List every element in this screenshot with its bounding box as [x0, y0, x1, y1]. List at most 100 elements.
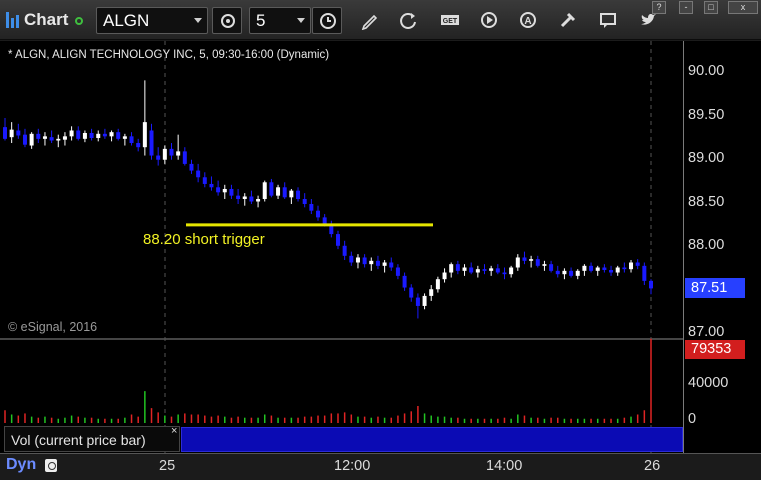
- candle-body: [222, 188, 227, 193]
- candle-body: [62, 136, 67, 140]
- chevron-down-icon[interactable]: [194, 18, 202, 23]
- candle-body: [489, 268, 494, 271]
- app-title: Chart: [6, 9, 84, 31]
- candle-body: [455, 264, 460, 271]
- play-icon[interactable]: [479, 10, 499, 30]
- link-status-icon[interactable]: [75, 17, 84, 25]
- candle-body: [82, 132, 87, 139]
- study-strip: [181, 427, 683, 452]
- candle-body: [29, 133, 34, 146]
- symbol-value: ALGN: [103, 11, 150, 30]
- candle-body: [615, 267, 620, 273]
- candle-body: [435, 279, 440, 290]
- candle-body: [249, 196, 254, 202]
- candle-body: [595, 267, 600, 271]
- refresh-icon[interactable]: [398, 10, 418, 30]
- candle-body: [142, 122, 147, 148]
- time-label: 25: [159, 458, 176, 474]
- get-icon[interactable]: GET: [440, 10, 460, 30]
- candle-body: [76, 130, 81, 139]
- candle-body: [22, 134, 27, 145]
- close-icon[interactable]: ×: [171, 425, 177, 437]
- trigger-annotation: 88.20 short trigger: [143, 231, 265, 248]
- settings-button[interactable]: [212, 7, 242, 34]
- symbol-input[interactable]: ALGN: [96, 7, 208, 34]
- candle-body: [36, 133, 41, 139]
- candle-body: [562, 270, 567, 275]
- time-label: 26: [644, 458, 661, 474]
- clock-icon: [320, 13, 336, 29]
- candle-body: [589, 265, 594, 271]
- chart-caption: * ALGN, ALIGN TECHNOLOGY INC, 5, 09:30-1…: [8, 49, 330, 61]
- volume-label: 0: [688, 411, 697, 427]
- candle-body: [282, 187, 287, 198]
- price-label: 88.50: [688, 194, 725, 210]
- candle-body: [149, 130, 154, 156]
- candle-body: [316, 210, 321, 218]
- candle-body: [276, 187, 281, 196]
- price-label: 87.00: [688, 324, 725, 340]
- candle-body: [102, 133, 107, 137]
- svg-text:GET: GET: [443, 18, 458, 25]
- maximize-button[interactable]: □: [704, 1, 718, 14]
- candle-body: [515, 257, 520, 268]
- candle-body: [375, 260, 380, 266]
- candle-body: [256, 198, 261, 202]
- candle-body: [422, 295, 427, 306]
- volume-label: 40000: [688, 375, 729, 391]
- candle-body: [529, 259, 534, 261]
- interval-input[interactable]: 5: [249, 7, 311, 34]
- candle-body: [136, 143, 141, 148]
- price-label: 90.00: [688, 63, 725, 79]
- close-button[interactable]: x: [728, 1, 758, 14]
- price-label: 88.00: [688, 237, 725, 253]
- candle-body: [269, 182, 274, 196]
- candle-body: [629, 262, 634, 270]
- candle-body: [389, 262, 394, 268]
- candle-body: [122, 136, 127, 139]
- last-price-badge: 87.51: [685, 278, 745, 298]
- volume-study-text: Vol (current price bar): [11, 432, 146, 448]
- candle-body: [189, 163, 194, 171]
- candle-body: [555, 270, 560, 275]
- interval-value: 5: [256, 11, 266, 30]
- comment-icon[interactable]: [598, 10, 618, 30]
- app-title-text: Chart: [24, 10, 69, 29]
- candle-body: [509, 267, 514, 275]
- alert-icon[interactable]: A: [518, 10, 538, 30]
- candle-body: [156, 155, 161, 160]
- candle-body: [9, 129, 14, 138]
- candle-body: [176, 151, 181, 156]
- candle-body: [89, 132, 94, 139]
- candle-body: [335, 234, 340, 246]
- time-button[interactable]: [312, 7, 342, 34]
- candle-body: [469, 267, 474, 273]
- help-button[interactable]: ?: [652, 1, 666, 14]
- candle-body: [382, 262, 387, 266]
- candle-body: [569, 270, 574, 276]
- candle-body: [575, 270, 580, 276]
- candle-body: [549, 264, 554, 271]
- price-label: 89.50: [688, 107, 725, 123]
- candle-body: [475, 269, 480, 273]
- price-label: 89.00: [688, 150, 725, 166]
- candle-body: [109, 132, 114, 137]
- candle-body: [129, 136, 134, 144]
- pencil-icon[interactable]: [359, 10, 379, 30]
- candle-body: [635, 262, 640, 266]
- candle-body: [395, 267, 400, 276]
- candle-body: [242, 196, 247, 199]
- minimize-button[interactable]: -: [679, 1, 693, 14]
- price-chart[interactable]: [0, 41, 683, 453]
- candle-body: [622, 267, 627, 270]
- chart-area[interactable]: [0, 41, 683, 453]
- lock-icon[interactable]: [45, 459, 57, 472]
- tools-icon[interactable]: [558, 10, 578, 30]
- dynamic-mode-label[interactable]: Dyn: [6, 456, 36, 474]
- last-volume-badge: 79353: [685, 340, 745, 359]
- candle-body: [609, 270, 614, 273]
- volume-study-label[interactable]: Vol (current price bar): [4, 426, 180, 452]
- chevron-down-icon[interactable]: [297, 18, 305, 23]
- candle-body: [462, 267, 467, 271]
- candle-body: [442, 272, 447, 280]
